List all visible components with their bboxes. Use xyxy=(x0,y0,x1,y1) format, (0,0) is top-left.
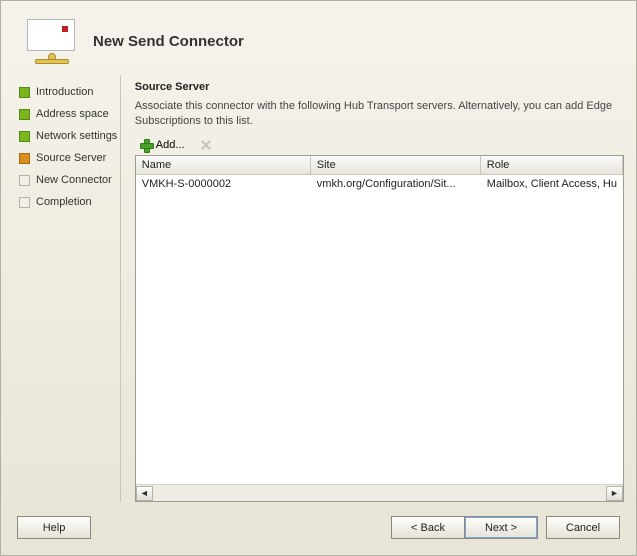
step-completion: Completion xyxy=(13,191,120,213)
table-row[interactable]: VMKH-S-0000002 vmkh.org/Configuration/Si… xyxy=(136,175,623,193)
step-new-connector: New Connector xyxy=(13,169,120,191)
column-header-role[interactable]: Role xyxy=(481,156,623,174)
pending-step-icon xyxy=(19,175,30,186)
step-label: Completion xyxy=(36,196,92,208)
envelope-icon xyxy=(27,19,75,51)
table-body: VMKH-S-0000002 vmkh.org/Configuration/Si… xyxy=(136,175,623,484)
check-icon xyxy=(19,109,30,120)
wizard-footer: Help < Back Next > Cancel xyxy=(1,502,636,555)
help-button[interactable]: Help xyxy=(17,516,91,539)
wizard-header: New Send Connector xyxy=(1,1,636,71)
step-label: New Connector xyxy=(36,174,112,186)
remove-icon xyxy=(199,138,213,152)
back-button[interactable]: < Back xyxy=(391,516,465,539)
step-label: Address space xyxy=(36,108,109,120)
step-introduction: Introduction xyxy=(13,81,120,103)
step-label: Source Server xyxy=(36,152,106,164)
wizard-content: Introduction Address space Network setti… xyxy=(1,71,636,502)
scroll-right-icon[interactable]: ► xyxy=(606,486,623,501)
current-step-icon xyxy=(19,153,30,164)
step-label: Network settings xyxy=(36,130,117,142)
next-button[interactable]: Next > xyxy=(464,516,538,539)
section-title: Source Server xyxy=(135,81,624,93)
remove-button[interactable] xyxy=(197,137,215,153)
connector-icon xyxy=(15,19,87,63)
cancel-button[interactable]: Cancel xyxy=(546,516,620,539)
nav-button-group: < Back Next > xyxy=(391,516,538,539)
add-button[interactable]: Add... xyxy=(137,137,187,153)
check-icon xyxy=(19,131,30,142)
cell-name: VMKH-S-0000002 xyxy=(136,175,311,193)
server-table: Name Site Role VMKH-S-0000002 vmkh.org/C… xyxy=(135,155,624,502)
add-button-label: Add... xyxy=(156,139,185,151)
column-header-name[interactable]: Name xyxy=(136,156,311,174)
step-network-settings: Network settings xyxy=(13,125,120,147)
wizard-main: Source Server Associate this connector w… xyxy=(120,75,624,502)
cell-role: Mailbox, Client Access, Hu xyxy=(481,175,623,193)
section-description: Associate this connector with the follow… xyxy=(135,99,624,129)
wizard-steps: Introduction Address space Network setti… xyxy=(13,75,120,502)
wizard-dialog: New Send Connector Introduction Address … xyxy=(0,0,637,556)
scroll-left-icon[interactable]: ◄ xyxy=(136,486,153,501)
stand-icon xyxy=(31,55,71,63)
step-source-server: Source Server xyxy=(13,147,120,169)
step-label: Introduction xyxy=(36,86,93,98)
horizontal-scrollbar[interactable]: ◄ ► xyxy=(136,484,623,501)
plus-icon xyxy=(139,138,153,152)
server-toolbar: Add... xyxy=(135,137,624,153)
table-header: Name Site Role xyxy=(136,156,623,175)
wizard-title: New Send Connector xyxy=(87,33,244,50)
step-address-space: Address space xyxy=(13,103,120,125)
cell-site: vmkh.org/Configuration/Sit... xyxy=(311,175,481,193)
pending-step-icon xyxy=(19,197,30,208)
column-header-site[interactable]: Site xyxy=(311,156,481,174)
check-icon xyxy=(19,87,30,98)
